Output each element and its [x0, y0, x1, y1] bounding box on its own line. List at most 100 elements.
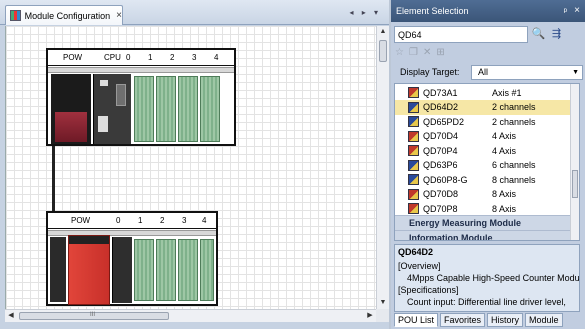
tab-favorites[interactable]: Favorites [440, 313, 486, 327]
slot-module-0[interactable] [134, 76, 154, 142]
document-tabstrip: Module Configuration × ◂ ▸ ▾ [0, 0, 389, 25]
list-item-name: QD63P6 [423, 160, 458, 170]
list-item[interactable]: QD60P8-G 8 channels [395, 172, 571, 187]
vertical-scroll-thumb[interactable] [379, 40, 387, 62]
element-description: QD64D2 [Overview] 4Mpps Capable High-Spe… [394, 244, 580, 312]
display-target-select[interactable]: All ▼ [471, 65, 583, 80]
scroll-left-icon[interactable]: ◀ [5, 310, 17, 322]
list-item-info: 4 Axis [492, 131, 517, 141]
cpu-switch [116, 84, 126, 106]
view-toggle-icon[interactable]: ⊞ [436, 47, 444, 63]
category-energy-measuring[interactable]: Energy Measuring Module [395, 215, 571, 230]
module-configuration-icon [10, 10, 21, 21]
slot-label-0: 0 [116, 216, 121, 225]
position-module-icon [408, 87, 419, 98]
element-selection-pane: Element Selection ᵖ × 🔍 ⇶ ☆ ❐ ✕ ⊞ Displa… [391, 0, 585, 329]
scroll-grip: III [90, 312, 96, 318]
list-item-info: 8 channels [492, 174, 536, 185]
list-item-name: QD70P4 [423, 145, 458, 156]
close-panel-button[interactable]: × [574, 0, 580, 22]
list-item[interactable]: QD73A1 Axis #1 [395, 85, 571, 100]
list-item-info: 2 channels [492, 102, 536, 112]
element-toolbar: ☆ ❐ ✕ ⊞ [395, 47, 445, 63]
position-module-icon [408, 203, 419, 214]
list-item[interactable]: QD70D8 8 Axis [395, 187, 571, 202]
list-item-info: 2 channels [492, 116, 536, 127]
list-item[interactable]: QD63P6 6 channels [395, 158, 571, 173]
list-item[interactable]: QD64D2 2 channels [395, 99, 571, 115]
display-target-label: Display Target: [400, 67, 460, 77]
slot-module-2[interactable] [156, 239, 176, 301]
slot-module-1[interactable] [156, 76, 176, 142]
list-item[interactable]: QD70P4 4 Axis [395, 143, 571, 158]
main-base-unit[interactable]: POW CPU 0 1 2 3 4 [46, 48, 236, 146]
extension-base-unit[interactable]: POW 0 1 2 3 4 [46, 211, 218, 306]
counter-module-icon [408, 116, 419, 127]
find-icon[interactable]: 🔍 [530, 25, 547, 43]
tab-navigation-arrows[interactable]: ◂ ▸ ▾ [350, 8, 382, 17]
category-information[interactable]: Information Module [395, 230, 571, 240]
list-scrollbar[interactable] [570, 84, 579, 240]
scroll-down-icon[interactable]: ▼ [377, 297, 389, 309]
search-input[interactable] [394, 26, 528, 43]
module-top [69, 236, 109, 244]
counter-module-icon [408, 159, 419, 171]
favorite-icon[interactable]: ☆ [395, 47, 404, 63]
slot-module-1[interactable] [134, 239, 154, 301]
list-item[interactable]: QD65PD2 2 channels [395, 114, 571, 129]
power-supply-module[interactable] [51, 74, 91, 144]
tab-module[interactable]: Module [525, 313, 563, 327]
list-item[interactable]: QD70D4 4 Axis [395, 129, 571, 144]
horizontal-scroll-thumb[interactable]: III [19, 312, 169, 320]
slot-module-3[interactable] [200, 76, 220, 142]
description-title: QD64D2 [398, 247, 434, 257]
slot-label-2: 2 [170, 53, 175, 62]
selected-module[interactable] [68, 235, 110, 305]
list-item-name: QD70D4 [423, 131, 459, 141]
cpu-module[interactable] [93, 74, 131, 144]
close-tab-button[interactable]: × [116, 10, 122, 21]
counter-module-icon [408, 174, 419, 185]
list-item-name: QD65PD2 [423, 116, 465, 127]
scroll-right-icon[interactable]: ▶ [364, 310, 376, 322]
list-item-info: 6 channels [492, 160, 536, 170]
list-item-info: 4 Axis [492, 145, 517, 156]
slot-module-2[interactable] [178, 76, 198, 142]
position-module-icon [408, 145, 419, 156]
position-module-icon [408, 130, 419, 142]
horizontal-scrollbar[interactable]: ◀ III ▶ [5, 309, 376, 322]
tab-history[interactable]: History [487, 313, 524, 327]
delete-icon[interactable]: ✕ [423, 47, 431, 63]
slot-label-4: 4 [202, 216, 207, 225]
list-item-info: Axis #1 [492, 87, 522, 98]
list-item-name: QD70P8 [423, 203, 458, 214]
counter-module-icon [408, 101, 419, 113]
vertical-scrollbar[interactable]: ▲ ▼ [376, 26, 389, 309]
slot-module-3[interactable] [178, 239, 198, 301]
extension-connector [50, 237, 66, 302]
slot-label-3: 3 [182, 216, 187, 225]
list-item-name: QD73A1 [423, 87, 458, 98]
cpu-port [98, 116, 108, 132]
tab-label: Module Configuration [24, 10, 111, 21]
bottom-tabs: POU List Favorites History Module [394, 313, 563, 328]
slot-label-pow: POW [63, 53, 83, 62]
slot-module-0[interactable] [112, 237, 132, 303]
list-item[interactable]: QD70P8 8 Axis [395, 201, 571, 216]
description-line: [Overview] [398, 261, 441, 271]
slot-module-4[interactable] [200, 239, 214, 301]
copy-icon[interactable]: ❐ [409, 47, 418, 63]
description-line: 4Mpps Capable High-Speed Counter Module [407, 273, 580, 283]
pin-icon[interactable]: ᵖ [564, 0, 567, 22]
slot-label-pow: POW [71, 216, 91, 225]
configuration-canvas[interactable]: POW CPU 0 1 2 3 4 POW 0 1 2 3 4 [5, 26, 376, 309]
scroll-up-icon[interactable]: ▲ [377, 26, 389, 38]
module-configuration-pane: Module Configuration × ◂ ▸ ▾ POW CPU 0 1… [0, 0, 389, 329]
list-item-info: 8 Axis [492, 203, 517, 214]
find-next-icon[interactable]: ⇶ [548, 25, 565, 43]
list-scroll-thumb[interactable] [572, 170, 578, 198]
tab-pou-list[interactable]: POU List [394, 313, 439, 327]
tab-module-configuration[interactable]: Module Configuration × [5, 5, 123, 25]
element-list[interactable]: QD73A1 Axis #1 QD64D2 2 channels QD65PD2 2 ch… [394, 83, 580, 241]
list-item-name: QD60P8-G [423, 174, 468, 185]
